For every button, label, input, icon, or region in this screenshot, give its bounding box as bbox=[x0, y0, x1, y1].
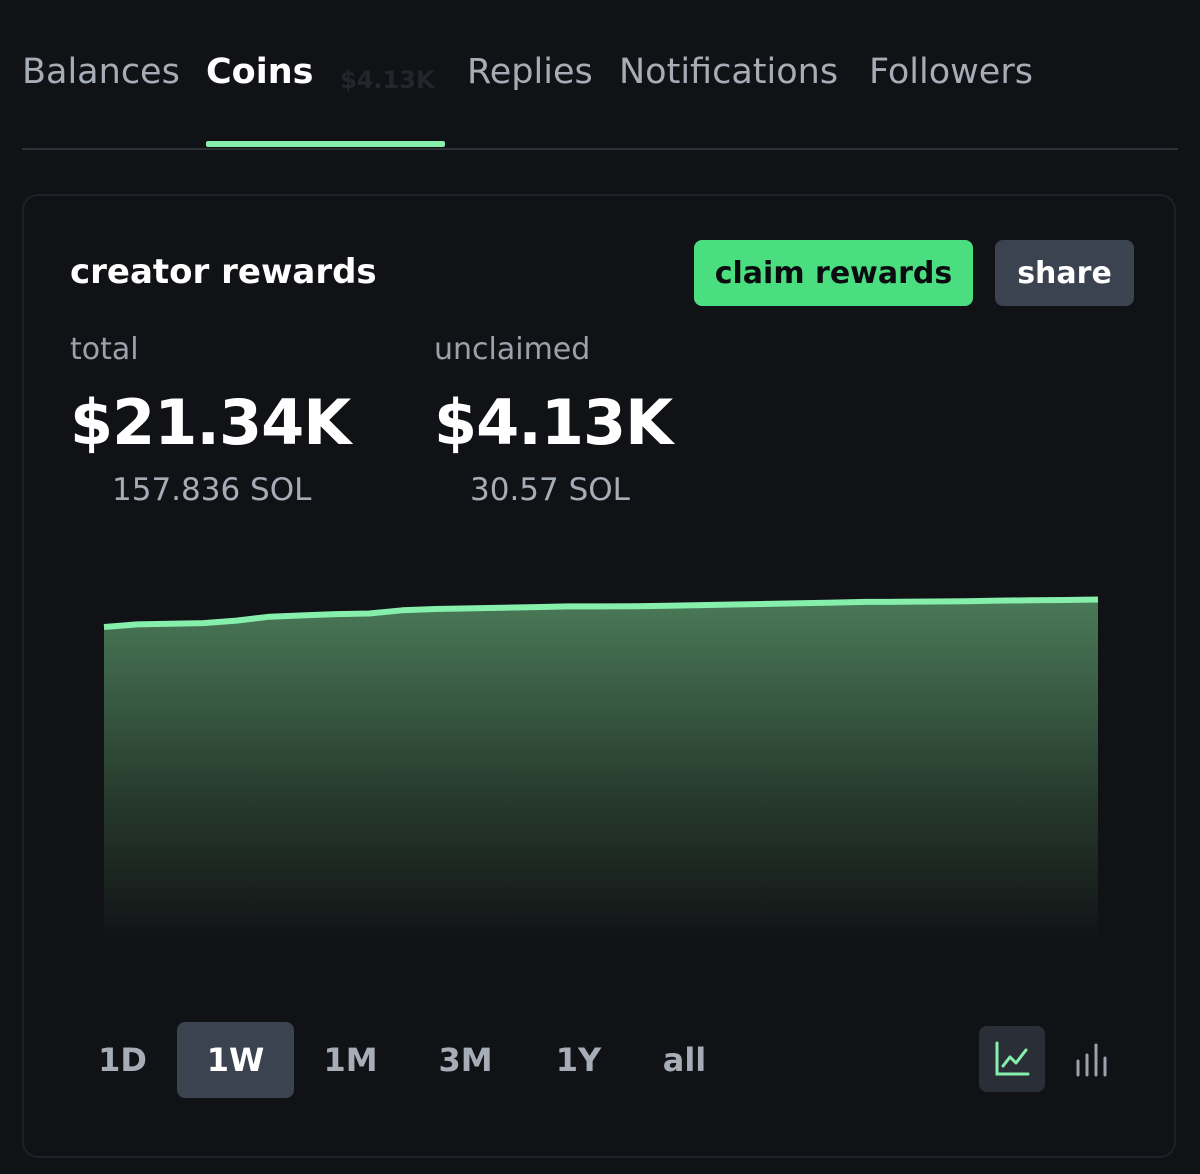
tab-notifications[interactable]: Notifications bbox=[619, 50, 838, 94]
range-1m-button[interactable]: 1M bbox=[292, 1022, 409, 1098]
tab-followers[interactable]: Followers bbox=[869, 50, 1033, 94]
bar-chart-toggle[interactable] bbox=[1057, 1026, 1123, 1092]
range-1y-button[interactable]: 1Y bbox=[520, 1022, 637, 1098]
tab-replies[interactable]: Replies bbox=[467, 50, 593, 94]
rewards-chart bbox=[103, 596, 1099, 936]
tab-balances[interactable]: Balances bbox=[22, 50, 180, 94]
line-chart-icon bbox=[995, 1041, 1030, 1076]
tab-value-badge: $4.13K bbox=[340, 66, 435, 94]
range-3m-button[interactable]: 3M bbox=[407, 1022, 524, 1098]
range-all-button[interactable]: all bbox=[626, 1022, 743, 1098]
tab-coins[interactable]: Coins bbox=[206, 50, 313, 94]
range-1d-button[interactable]: 1D bbox=[64, 1022, 181, 1098]
creator-rewards-card: creator rewards claim rewards share tota… bbox=[22, 194, 1176, 1158]
active-tab-indicator bbox=[206, 141, 445, 147]
chart-area-fill bbox=[104, 599, 1098, 936]
bar-chart-icon bbox=[1076, 1043, 1107, 1077]
tab-bar: Balances Coins $4.13K Replies Notificati… bbox=[22, 0, 1178, 150]
range-1w-button[interactable]: 1W bbox=[177, 1022, 294, 1098]
line-chart-toggle[interactable] bbox=[979, 1026, 1045, 1092]
